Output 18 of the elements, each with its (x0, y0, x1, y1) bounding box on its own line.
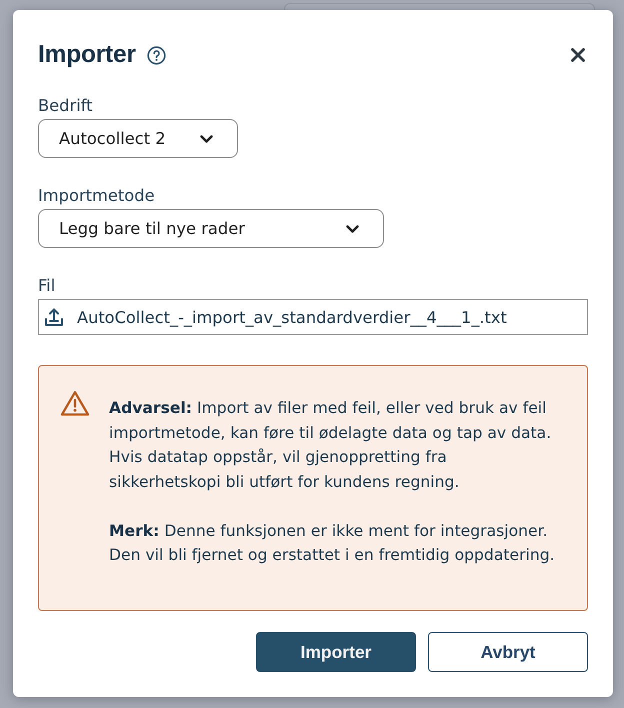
close-button[interactable] (571, 48, 585, 62)
field-label: Importmetode (38, 186, 155, 206)
upload-icon (44, 307, 64, 327)
dropdown-select[interactable]: Autocollect 2 (38, 119, 238, 158)
cancel-button[interactable]: Avbryt (428, 632, 588, 672)
help-icon[interactable] (146, 46, 166, 64)
warning-icon (60, 390, 90, 417)
note-text: Merk: Denne funksjonen er ikke ment for integrasjoner. Den vil bli fjernet og erstattet i en fremtidig oppdatering. (109, 520, 556, 566)
import-button[interactable]: Importer (256, 632, 416, 672)
dropdown-select[interactable]: Legg bare til nye rader (38, 209, 384, 248)
chevron-down-icon (200, 134, 213, 142)
file-input-field[interactable]: AutoCollect_-_import_av_standardverdier__4___1_.txt (38, 299, 588, 335)
field-label: Bedrift (38, 96, 93, 116)
chevron-down-icon (346, 224, 359, 232)
warning-text: Advarsel: Import av filer med feil, eller ved bruk av feil importmetode, kan føre til ødelagte data og tap av data. Hvis datatap oppstår, vil gjenoppretting fra sikkerhetskopi bli utført for kundens regning. (109, 398, 552, 492)
field-label: Fil (38, 276, 56, 296)
close-icon (571, 48, 585, 62)
dialog-title: Importer (38, 40, 136, 70)
